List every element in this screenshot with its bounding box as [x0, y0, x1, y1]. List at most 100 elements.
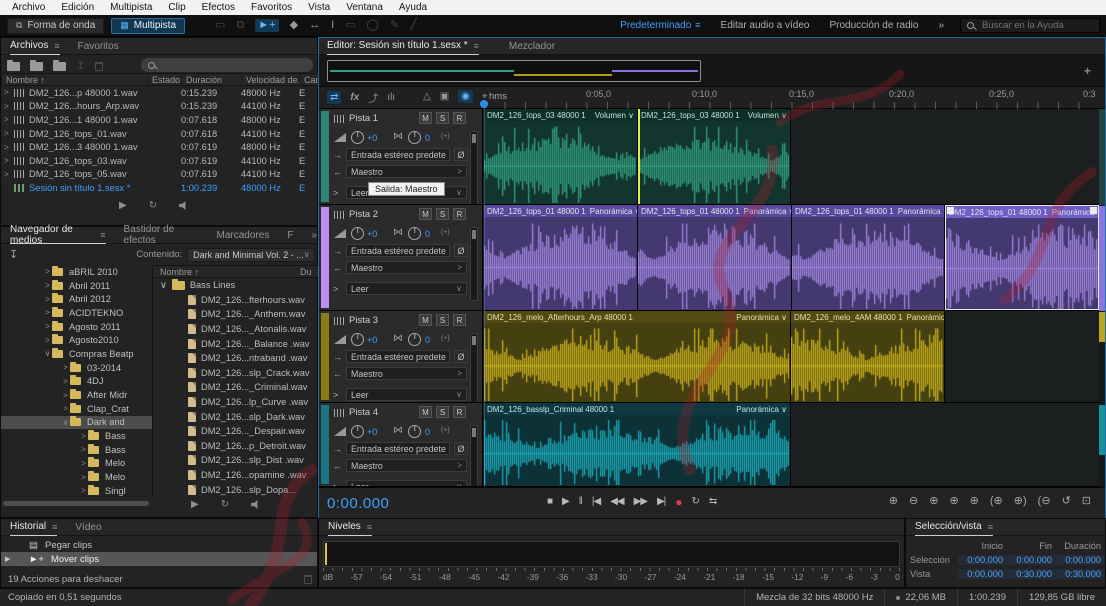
- volume-value[interactable]: +0: [367, 133, 377, 143]
- pan-value[interactable]: 0: [425, 133, 430, 143]
- media-file-row[interactable]: DM2_126..._Anthem.wav: [154, 307, 319, 322]
- file-row[interactable]: >DM2_126_tops_03.wav0:07.61944100 HzE: [1, 154, 319, 168]
- media-file-row[interactable]: DM2_126...slp_Crack.wav: [154, 366, 319, 381]
- files-tab-archivos[interactable]: Archivos≡: [10, 38, 60, 55]
- zoom-in-horizontal-button[interactable]: (⊕: [990, 496, 1003, 507]
- clip-header[interactable]: DM2_126_tops_03 48000 1Volumen ∨: [638, 109, 790, 121]
- expand-chevron-icon[interactable]: >: [79, 473, 88, 482]
- phase-button[interactable]: Ø: [454, 244, 468, 257]
- file-row[interactable]: >DM2_126...3 48000 1.wav0:07.61948000 Hz…: [1, 140, 319, 154]
- solo-button[interactable]: S: [436, 314, 449, 326]
- fx-icon[interactable]: fx: [350, 92, 359, 103]
- output-selector[interactable]: Maestro>: [346, 459, 467, 472]
- solo-button[interactable]: S: [436, 112, 449, 124]
- column-header-can[interactable]: Can: [299, 75, 319, 85]
- track-lane[interactable]: DM2_126_melo_Afterhours_Arp 48000 1Panor…: [484, 311, 1099, 402]
- zoom-out-button[interactable]: ⊖: [909, 496, 918, 507]
- input-monitor-icon[interactable]: (+): [441, 335, 450, 342]
- text-tool-icon[interactable]: I: [331, 20, 334, 31]
- media-folder-row[interactable]: ∨Bass Lines: [154, 278, 319, 293]
- output-selector[interactable]: Maestro>: [346, 165, 467, 178]
- record-button[interactable]: ●: [675, 496, 681, 508]
- file-row[interactable]: >DM2_126...hours_Arp.wav0:15.23944100 Hz…: [1, 100, 319, 114]
- input-monitor-icon[interactable]: (+): [441, 427, 450, 434]
- track-scrollbar[interactable]: [1099, 109, 1105, 487]
- clip-header[interactable]: DM2_126_tops_01 48000 1Panorámica ∨: [792, 205, 944, 217]
- mute-button[interactable]: M: [419, 112, 432, 124]
- expand-chevron-icon[interactable]: >: [333, 284, 342, 294]
- menu-item-multipista[interactable]: Multipista: [102, 2, 160, 13]
- automation-mode-dropdown[interactable]: Leer∨: [346, 480, 467, 486]
- tree-item-abril-2010[interactable]: >aBRIL 2010: [1, 265, 152, 279]
- time-value-field[interactable]: 0:00.000: [1056, 555, 1105, 565]
- clip-header[interactable]: DM2_126_melo_Afterhours_Arp 48000 1Panor…: [484, 311, 790, 323]
- collapse-chevron-icon[interactable]: ∨: [160, 280, 167, 291]
- expand-chevron-icon[interactable]: >: [43, 336, 52, 345]
- audio-clip[interactable]: DM2_126_tops_01 48000 1Panorámica ∨: [792, 205, 945, 310]
- menu-item-archivo[interactable]: Archivo: [4, 2, 53, 13]
- zoom-in-left-edge-button[interactable]: ⊕: [929, 496, 938, 507]
- media-file-row[interactable]: DM2_126...lp_Curve .wav: [154, 395, 319, 410]
- column-header-estado[interactable]: Estado: [147, 75, 181, 85]
- media-file-row[interactable]: DM2_126...fterhours.wav: [154, 293, 319, 308]
- track-fader[interactable]: [470, 425, 478, 486]
- selection-view-tab[interactable]: Selección/vista ≡: [915, 519, 993, 536]
- media-tab-navegador-de-medios[interactable]: Navegador de medios≡: [10, 227, 106, 244]
- menu-item-favoritos[interactable]: Favoritos: [243, 2, 300, 13]
- arm-record-button[interactable]: R: [453, 406, 466, 418]
- menu-item-clip[interactable]: Clip: [160, 2, 193, 13]
- slip-tool-icon[interactable]: ↔: [309, 20, 320, 31]
- crossfade-icon[interactable]: ⇄: [327, 91, 341, 104]
- expand-chevron-icon[interactable]: >: [333, 390, 342, 400]
- media-tab-f[interactable]: F: [287, 227, 293, 244]
- zoom-in-right-edge-button[interactable]: ⊕: [949, 496, 958, 507]
- mute-button[interactable]: M: [419, 314, 432, 326]
- pan-value[interactable]: 0: [425, 427, 430, 437]
- pan-handle-icon[interactable]: +: [1084, 64, 1091, 78]
- play-icon[interactable]: ▶: [119, 200, 127, 211]
- history-item-mover-clips[interactable]: ▶►+Mover clips: [1, 552, 317, 566]
- menu-item-vista[interactable]: Vista: [300, 2, 338, 13]
- clip-param-dropdown[interactable]: Volumen ∨: [748, 111, 787, 120]
- media-file-row[interactable]: DM2_126...slp_Dist .wav: [154, 453, 319, 468]
- tree-item-after-midr[interactable]: >After Midr: [1, 388, 152, 402]
- pan-knob[interactable]: [408, 333, 421, 346]
- import-files-icon[interactable]: [30, 62, 43, 71]
- loop-icon[interactable]: ↻: [149, 200, 157, 211]
- workspace-editar-audio-a-video[interactable]: Editar audio a vídeo: [721, 20, 810, 31]
- media-file-row[interactable]: DM2_126..._Balance .wav: [154, 336, 319, 351]
- track-name[interactable]: Pista 2: [349, 209, 378, 220]
- history-tab-video[interactable]: Vídeo: [75, 519, 101, 536]
- output-selector[interactable]: Maestro>: [346, 367, 467, 380]
- clip-header[interactable]: DM2_126_basslp_Criminal 48000 1Panorámic…: [484, 403, 790, 415]
- tree-item-abril-2011[interactable]: >Abril 2011: [1, 279, 152, 293]
- open-folder-icon[interactable]: [7, 62, 20, 71]
- time-value-field[interactable]: 0:30.000: [1056, 569, 1105, 579]
- input-monitor-icon[interactable]: (+): [441, 133, 450, 140]
- pan-value[interactable]: 0: [425, 335, 430, 345]
- mute-button[interactable]: M: [419, 208, 432, 220]
- audio-clip[interactable]: DM2_126_tops_03 48000 1Volumen ∨: [484, 109, 638, 204]
- tree-item-singl[interactable]: >Singl: [1, 484, 152, 497]
- panel-menu-icon[interactable]: ≡: [474, 41, 479, 51]
- expand-chevron-icon[interactable]: >: [79, 459, 88, 468]
- menu-item-ayuda[interactable]: Ayuda: [391, 2, 435, 13]
- expand-chevron-icon[interactable]: >: [4, 88, 10, 97]
- automation-mode-dropdown[interactable]: Leer∨: [346, 388, 467, 401]
- expand-chevron-icon[interactable]: >: [333, 482, 342, 487]
- media-file-row[interactable]: DM2_126..._Atonalis.wav: [154, 322, 319, 337]
- audio-clip[interactable]: DM2_126_melo_Afterhours_Arp 48000 1Panor…: [484, 311, 791, 402]
- collapse-chevron-icon[interactable]: ∨: [61, 418, 70, 427]
- track-name[interactable]: Pista 4: [349, 407, 378, 418]
- timeline-ruler[interactable]: ⇄fx⤴ılı △▣◉⌖ hms 0:05,00:10,00:15,00:20,…: [319, 87, 1105, 109]
- tree-item-4dj[interactable]: >4DJ: [1, 375, 152, 389]
- clip-header[interactable]: DM2_126_melo_4AM 48000 1Panorámica ∨: [791, 311, 944, 323]
- time-value-field[interactable]: 0:00.000: [958, 555, 1007, 565]
- arm-record-button[interactable]: R: [453, 208, 466, 220]
- zoom-in-button[interactable]: ⊕: [889, 496, 898, 507]
- media-file-row[interactable]: DM2_126...p_Detroit.wav: [154, 439, 319, 454]
- panel-overflow-icon[interactable]: »: [311, 227, 317, 244]
- workspace-predeterminado[interactable]: Predeterminado≡: [620, 20, 700, 31]
- panel-menu-icon[interactable]: ≡: [100, 230, 105, 240]
- input-selector[interactable]: Entrada estéreo predete>: [346, 244, 450, 257]
